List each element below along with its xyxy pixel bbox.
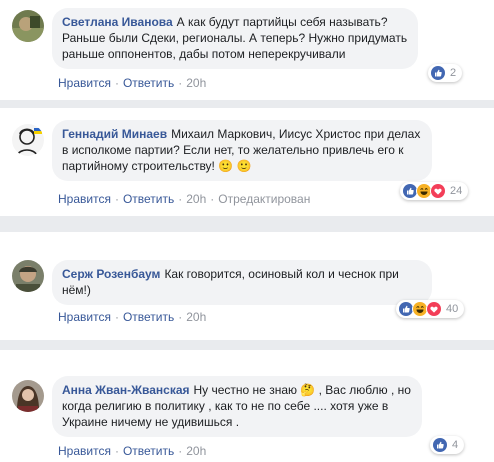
reactions-badge[interactable]: 24 xyxy=(400,182,469,200)
reactions-badge[interactable]: 2 xyxy=(428,64,463,82)
love-icon xyxy=(430,183,446,199)
author-name[interactable]: Анна Жван-Жванская xyxy=(62,383,190,397)
avatar-photo-icon xyxy=(12,10,44,42)
comment-bubble: Геннадий Минаев Михаил Маркович, Иисус Хр… xyxy=(52,120,432,181)
comment-actions: Нравится · Ответить · 20h xyxy=(58,444,206,458)
avatar-photo-icon xyxy=(12,260,44,292)
timestamp[interactable]: 20h xyxy=(186,310,206,324)
comment-divider xyxy=(0,100,494,108)
timestamp[interactable]: 20h xyxy=(186,76,206,90)
edited-label[interactable]: Отредактирован xyxy=(218,192,310,206)
separator-dot: · xyxy=(114,76,119,90)
author-name[interactable]: Светлана Иванова xyxy=(62,15,173,29)
timestamp[interactable]: 20h xyxy=(186,192,206,206)
avatar-photo-icon xyxy=(12,380,44,412)
reply-button[interactable]: Ответить xyxy=(123,192,174,206)
comment-bubble: Серж Розенбаум Как говорится, осиновый ко… xyxy=(52,260,432,305)
like-button[interactable]: Нравится xyxy=(58,444,111,458)
like-button[interactable]: Нравится xyxy=(58,192,111,206)
reply-button[interactable]: Ответить xyxy=(123,310,174,324)
like-icon xyxy=(432,437,448,453)
separator-dot: · xyxy=(114,444,119,458)
reaction-count: 2 xyxy=(450,67,457,79)
avatar-photo-icon xyxy=(12,124,44,156)
comment-bubble: Анна Жван-Жванская Ну честно не знаю 🤔 , … xyxy=(52,376,422,437)
avatar[interactable] xyxy=(12,260,44,292)
reaction-count: 4 xyxy=(452,439,459,451)
separator-dot: · xyxy=(178,444,183,458)
like-button[interactable]: Нравится xyxy=(58,76,111,90)
reply-button[interactable]: Ответить xyxy=(123,444,174,458)
reaction-count: 24 xyxy=(450,185,463,197)
comment-actions: Нравится · Ответить · 20h xyxy=(58,310,206,324)
comment: Анна Жван-Жванская Ну честно не знаю 🤔 , … xyxy=(0,350,494,462)
comment-bubble: Светлана Иванова А как будут партийцы себ… xyxy=(52,8,418,69)
comment: Светлана Иванова А как будут партийцы себ… xyxy=(0,0,494,100)
avatar[interactable] xyxy=(12,10,44,42)
avatar[interactable] xyxy=(12,124,44,156)
comment: Геннадий Минаев Михаил Маркович, Иисус Хр… xyxy=(0,108,494,216)
love-icon xyxy=(426,301,442,317)
author-name[interactable]: Серж Розенбаум xyxy=(62,267,160,281)
reply-button[interactable]: Ответить xyxy=(123,76,174,90)
separator-dot: · xyxy=(178,192,183,206)
reactions-badge[interactable]: 4 xyxy=(430,436,465,454)
reaction-count: 40 xyxy=(446,303,459,315)
avatar[interactable] xyxy=(12,380,44,412)
comment-divider xyxy=(0,340,494,350)
separator-dot: · xyxy=(178,76,183,90)
like-button[interactable]: Нравится xyxy=(58,310,111,324)
comment-divider xyxy=(0,216,494,232)
timestamp[interactable]: 20h xyxy=(186,444,206,458)
separator-dot: · xyxy=(114,310,119,324)
reactions-badge[interactable]: 40 xyxy=(396,300,465,318)
comment: Серж Розенбаум Как говорится, осиновый ко… xyxy=(0,232,494,340)
like-icon xyxy=(430,65,446,81)
comment-actions: Нравится · Ответить · 20h · Отредактирован xyxy=(58,192,310,206)
separator-dot: · xyxy=(178,310,183,324)
comment-actions: Нравится · Ответить · 20h xyxy=(58,76,206,90)
separator-dot: · xyxy=(210,192,215,206)
author-name[interactable]: Геннадий Минаев xyxy=(62,127,167,141)
separator-dot: · xyxy=(114,192,119,206)
